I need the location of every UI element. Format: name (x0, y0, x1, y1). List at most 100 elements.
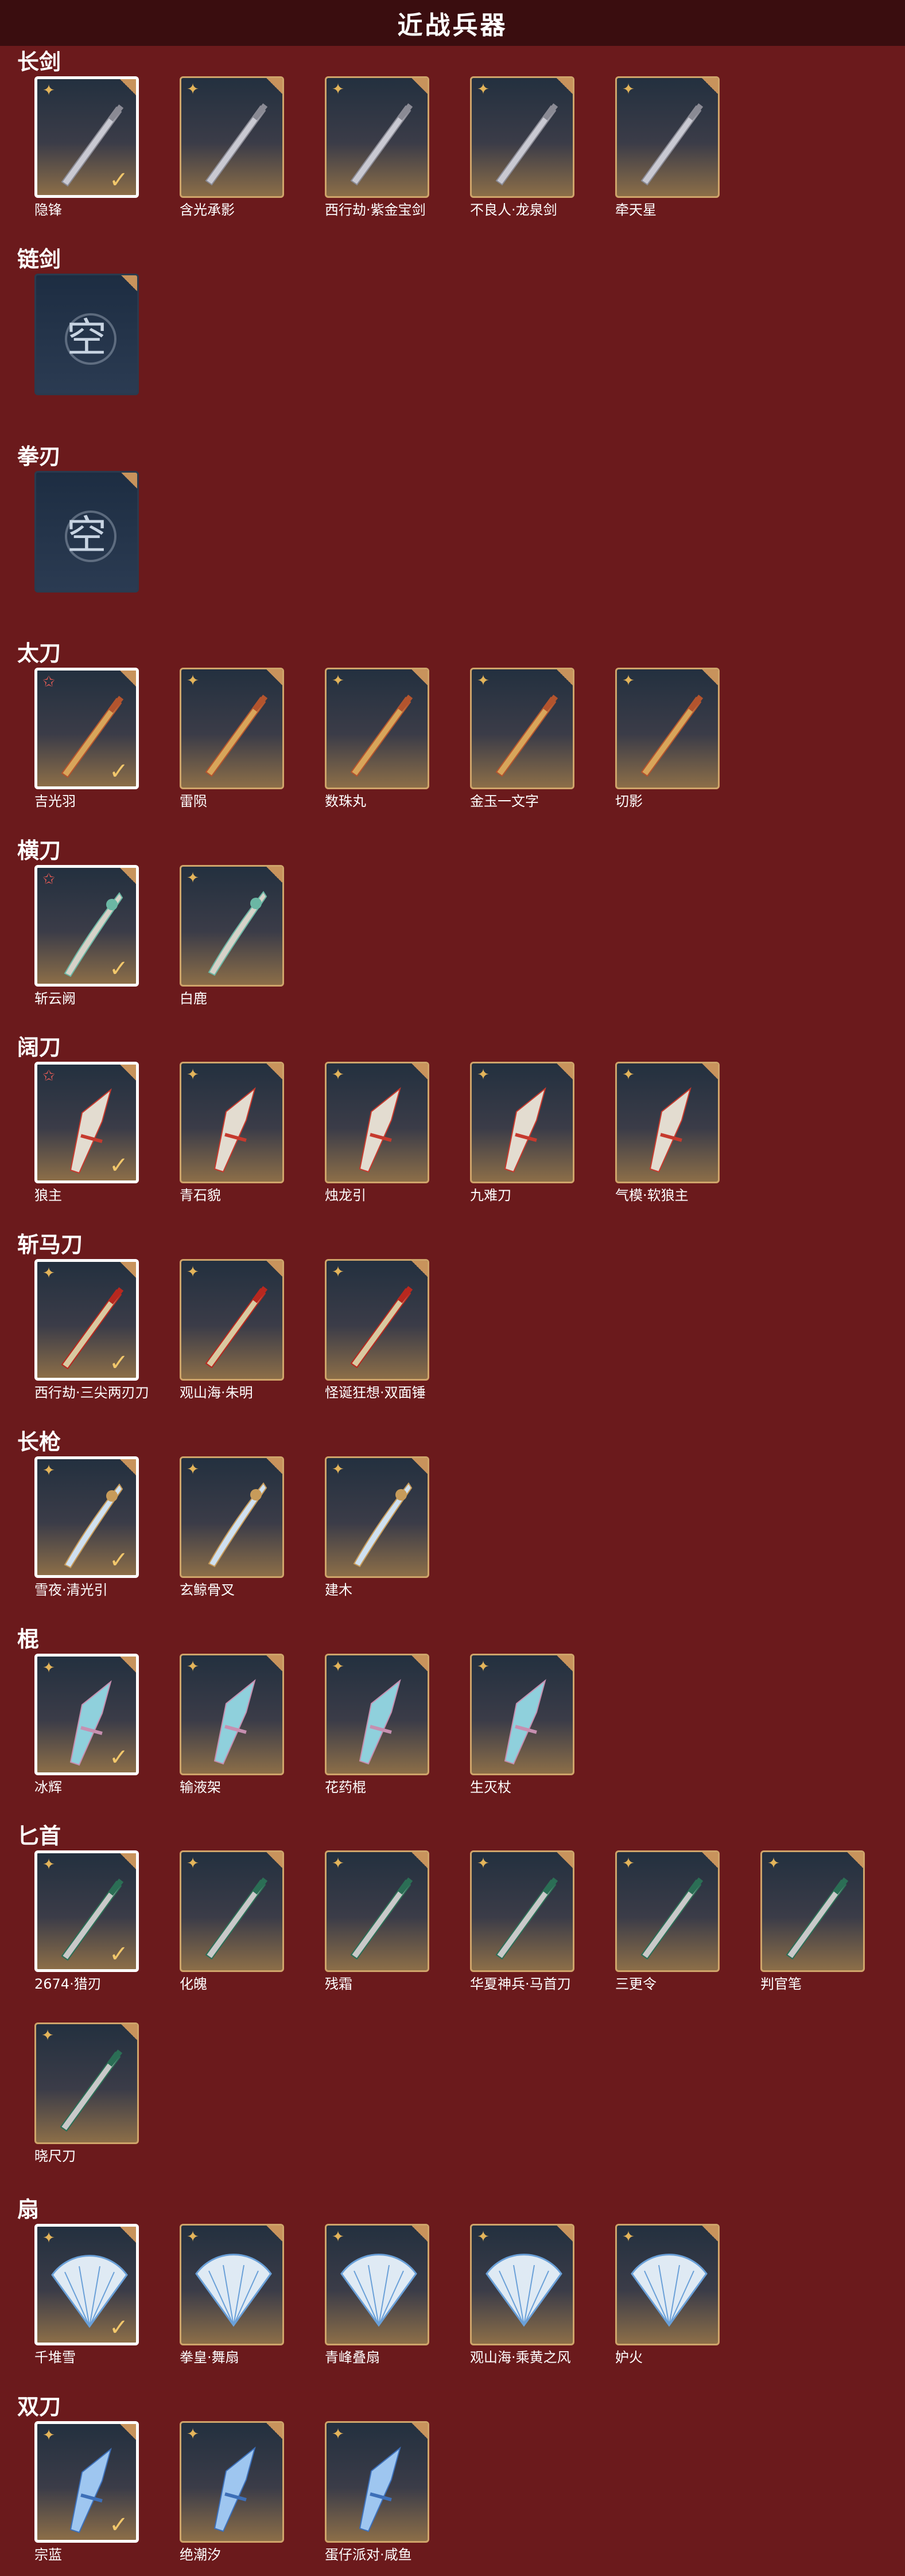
weapon-tile[interactable]: ✦ ✓ (34, 76, 139, 198)
weapon-tile[interactable]: ✦ (325, 1850, 429, 1972)
weapon-card[interactable]: ✦ 青峰叠扇 (325, 2224, 429, 2366)
tile-corner (266, 1655, 282, 1671)
empty-slot[interactable]: 空 (34, 471, 139, 593)
weapon-card[interactable]: ✦ 输液架 (180, 1654, 284, 1796)
weapon-tile[interactable]: ✦ (615, 76, 720, 198)
weapon-card[interactable]: ✦ 怪诞狂想·双面锤 (325, 1259, 429, 1401)
weapon-tile[interactable]: ✦ (325, 668, 429, 789)
weapon-card[interactable]: ✦ 观山海·乘黄之风 (470, 2224, 574, 2366)
weapon-card[interactable]: ✦ 西行劫·紫金宝剑 (325, 76, 429, 219)
weapon-tile[interactable]: ✦ (470, 1850, 574, 1972)
sparkle-icon: ✦ (187, 1461, 199, 1478)
weapon-tile[interactable]: ✦ (615, 2224, 720, 2345)
check-icon: ✓ (109, 2512, 129, 2538)
weapon-card[interactable]: ✦ 金玉一文字 (470, 668, 574, 810)
weapon-card[interactable]: ✦ 切影 (615, 668, 720, 810)
weapon-tile[interactable]: ✦ (470, 2224, 574, 2345)
tile-corner (557, 1852, 573, 1868)
weapon-tile[interactable]: ✦ (470, 668, 574, 789)
weapon-card[interactable]: ✦ 烛龙引 (325, 1062, 429, 1204)
weapon-card[interactable]: ✦ 九难刀 (470, 1062, 574, 1204)
weapon-tile[interactable]: ✦ (760, 1850, 865, 1972)
weapon-tile[interactable]: ✦ (615, 1850, 720, 1972)
weapon-tile[interactable]: ✦ (180, 2224, 284, 2345)
weapon-card[interactable]: ✦ 残霜 (325, 1850, 429, 1993)
weapon-card[interactable]: ✦ ✓ 西行劫·三尖两刃刀 (34, 1259, 149, 1401)
weapon-card[interactable]: ✦ 蛋仔派对·咸鱼 (325, 2421, 429, 2563)
weapon-tile[interactable]: 空 (34, 471, 139, 593)
weapon-card[interactable]: ✦ 华夏神兵·马首刀 (470, 1850, 574, 1993)
weapon-card[interactable]: ✦ 白鹿 (180, 865, 284, 1007)
weapon-card[interactable]: ✦ 判官笔 (760, 1850, 865, 1993)
weapon-tile[interactable]: ✦ (325, 1062, 429, 1183)
weapon-tile[interactable]: ✦ (180, 2421, 284, 2543)
weapon-card[interactable]: ✦ 三更令 (615, 1850, 720, 1993)
weapon-tile[interactable]: ✦ (470, 76, 574, 198)
weapon-card[interactable]: ✦ 建木 (325, 1456, 429, 1599)
empty-slot-label: 空 (67, 511, 107, 559)
weapon-card[interactable]: ✦ ✓ 冰辉 (34, 1654, 139, 1796)
weapon-card[interactable]: ✦ 化魄 (180, 1850, 284, 1993)
weapon-tile[interactable]: ✦ (180, 865, 284, 987)
weapon-card[interactable]: ✦ 拳皇·舞扇 (180, 2224, 284, 2366)
sparkle-icon: ✦ (477, 2228, 490, 2246)
weapon-tile[interactable]: ✦ ✓ (34, 1259, 139, 1381)
weapon-tile[interactable]: ✩ ✓ (34, 1062, 139, 1183)
tile-corner (120, 1065, 136, 1081)
weapon-tile[interactable]: ✦ (325, 2421, 429, 2543)
weapon-card[interactable]: ✦ 绝潮汐 (180, 2421, 284, 2563)
weapon-tile[interactable]: ✦ (325, 1456, 429, 1578)
weapon-tile[interactable]: ✦ (180, 1259, 284, 1381)
weapon-tile[interactable]: ✦ (180, 1456, 284, 1578)
sparkle-icon: ✦ (42, 1462, 55, 1479)
weapon-card[interactable]: ✦ ✓ 雪夜·清光引 (34, 1456, 139, 1599)
weapon-card[interactable]: ✦ 气模·软狼主 (615, 1062, 720, 1204)
weapon-card[interactable]: ✦ 数珠丸 (325, 668, 429, 810)
weapon-tile[interactable]: ✦ (180, 668, 284, 789)
weapon-card[interactable]: ✦ 青石貌 (180, 1062, 284, 1204)
weapon-tile[interactable]: ✦ ✓ (34, 1456, 139, 1578)
weapon-card[interactable]: ✦ 牵天星 (615, 76, 720, 219)
weapon-tile[interactable]: ✦ (180, 1062, 284, 1183)
empty-slot[interactable]: 空 (34, 274, 139, 395)
weapon-tile[interactable]: ✦ (180, 76, 284, 198)
weapon-card[interactable]: ✩ ✓ 斩云阙 (34, 865, 139, 1007)
weapon-tile[interactable]: ✦ (180, 1850, 284, 1972)
weapon-tile[interactable]: ✦ (325, 2224, 429, 2345)
weapon-card[interactable]: ✦ ✓ 千堆雪 (34, 2224, 139, 2366)
weapon-tile[interactable]: ✦ (470, 1654, 574, 1775)
tile-corner (121, 275, 137, 291)
weapon-card[interactable]: ✦ 雷陨 (180, 668, 284, 810)
tile-corner (411, 1261, 428, 1277)
weapon-card[interactable]: ✩ ✓ 狼主 (34, 1062, 139, 1204)
weapon-tile[interactable]: ✦ (325, 1654, 429, 1775)
weapon-tile[interactable]: ✦ (34, 2022, 139, 2144)
weapon-card[interactable]: ✦ 妒火 (615, 2224, 720, 2366)
weapon-tile[interactable]: ✦ ✓ (34, 2224, 139, 2345)
weapon-tile[interactable]: ✦ (615, 1062, 720, 1183)
weapon-tile[interactable]: ✩ ✓ (34, 668, 139, 789)
weapon-tile[interactable]: ✦ (325, 1259, 429, 1381)
weapon-tile[interactable]: ✦ ✓ (34, 1850, 139, 1972)
weapon-tile[interactable]: ✦ ✓ (34, 1654, 139, 1775)
weapon-card[interactable]: ✦ ✓ 2674·猎刃 (34, 1850, 139, 1993)
weapon-tile[interactable]: ✩ ✓ (34, 865, 139, 987)
weapon-card[interactable]: ✦ 观山海·朱明 (180, 1259, 284, 1401)
weapon-card[interactable]: ✩ ✓ 吉光羽 (34, 668, 139, 810)
weapon-tile[interactable]: ✦ (325, 76, 429, 198)
sparkle-icon: ✦ (187, 2426, 199, 2443)
weapon-card[interactable]: ✦ 含光承影 (180, 76, 284, 219)
weapon-tile[interactable]: ✦ ✓ (34, 2421, 139, 2543)
weapon-card[interactable]: ✦ 晓尺刀 (34, 2022, 139, 2165)
weapon-card[interactable]: ✦ ✓ 隐锋 (34, 76, 139, 219)
weapon-tile[interactable]: ✦ (180, 1654, 284, 1775)
weapon-tile[interactable]: ✦ (470, 1062, 574, 1183)
weapon-card[interactable]: ✦ 生灭杖 (470, 1654, 574, 1796)
weapon-tile[interactable]: 空 (34, 274, 139, 395)
weapon-card[interactable]: ✦ ✓ 宗蓝 (34, 2421, 139, 2563)
sparkle-icon: ✦ (42, 1659, 55, 1677)
weapon-card[interactable]: ✦ 花药棍 (325, 1654, 429, 1796)
weapon-card[interactable]: ✦ 不良人·龙泉剑 (470, 76, 574, 219)
weapon-card[interactable]: ✦ 玄鲸骨叉 (180, 1456, 284, 1599)
weapon-tile[interactable]: ✦ (615, 668, 720, 789)
